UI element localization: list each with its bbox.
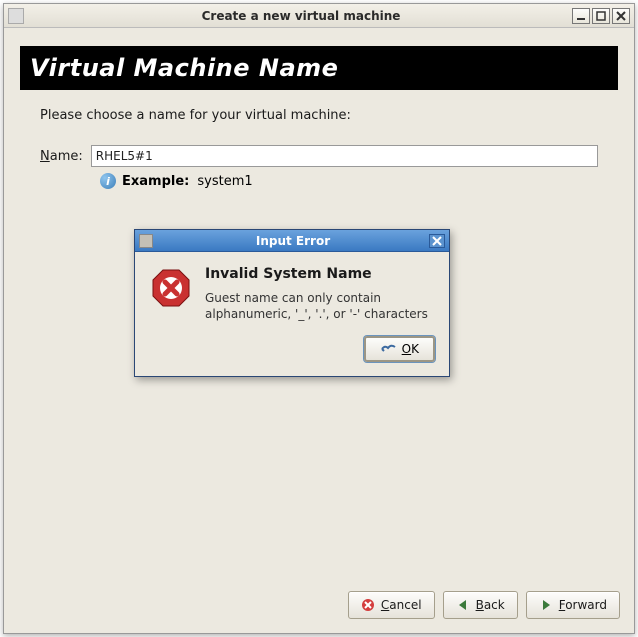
forward-arrow-icon xyxy=(539,598,553,612)
close-icon xyxy=(616,11,626,21)
dialog-close-button[interactable] xyxy=(429,234,445,248)
name-label: Name: xyxy=(40,149,83,164)
window: Create a new virtual machine Virtual Mac… xyxy=(3,3,635,634)
dialog-heading: Invalid System Name xyxy=(205,266,433,282)
example-label: Example: xyxy=(122,174,189,189)
forward-label: Forward xyxy=(559,598,607,612)
example-row: i Example: system1 xyxy=(100,173,598,189)
maximize-button[interactable] xyxy=(592,8,610,24)
ok-label: OK xyxy=(402,342,419,356)
back-arrow-icon xyxy=(456,598,470,612)
close-button[interactable] xyxy=(612,8,630,24)
error-icon xyxy=(151,268,191,308)
cancel-icon xyxy=(361,598,375,612)
window-title: Create a new virtual machine xyxy=(30,9,572,23)
ok-button[interactable]: OK xyxy=(364,336,435,362)
error-dialog: Input Error Invalid System Name Guest na… xyxy=(134,229,450,377)
name-row: Name: xyxy=(40,145,598,167)
window-titlebar[interactable]: Create a new virtual machine xyxy=(4,4,634,28)
wizard-content: Virtual Machine Name Please choose a nam… xyxy=(4,46,634,189)
forward-button[interactable]: Forward xyxy=(526,591,620,619)
back-label: Back xyxy=(476,598,505,612)
wizard-button-bar: Cancel Back Forward xyxy=(348,591,620,619)
back-button[interactable]: Back xyxy=(443,591,518,619)
dialog-titlebar[interactable]: Input Error xyxy=(135,230,449,252)
maximize-icon xyxy=(596,11,606,21)
dialog-app-icon xyxy=(139,234,153,248)
example-value: system1 xyxy=(197,174,252,189)
cancel-button[interactable]: Cancel xyxy=(348,591,435,619)
app-menu-icon[interactable] xyxy=(8,8,24,24)
ok-icon xyxy=(380,341,396,358)
page-heading: Virtual Machine Name xyxy=(20,46,618,90)
info-icon: i xyxy=(100,173,116,189)
cancel-label: Cancel xyxy=(381,598,422,612)
dialog-title: Input Error xyxy=(157,234,429,248)
minimize-button[interactable] xyxy=(572,8,590,24)
minimize-icon xyxy=(576,11,586,21)
page-prompt: Please choose a name for your virtual ma… xyxy=(40,108,606,123)
close-icon xyxy=(432,236,442,246)
dialog-message: Guest name can only contain alphanumeric… xyxy=(205,290,433,322)
name-input[interactable] xyxy=(91,145,598,167)
